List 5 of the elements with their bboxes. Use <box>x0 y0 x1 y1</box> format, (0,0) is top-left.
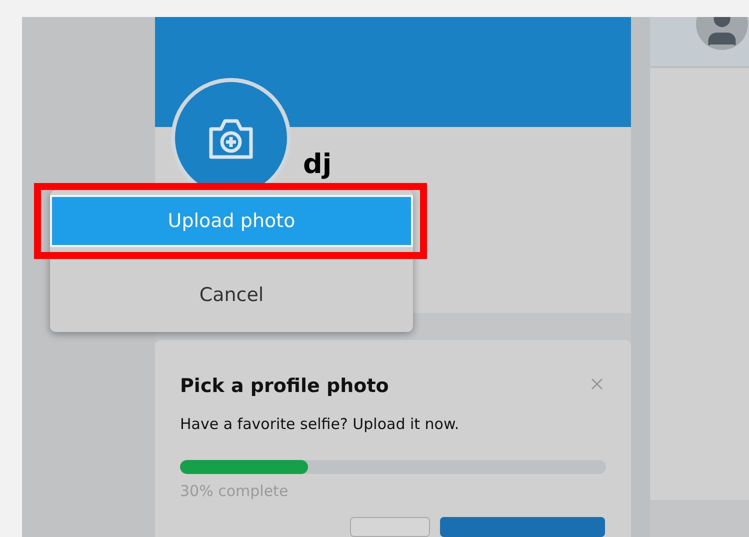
profile-name: dj <box>303 149 332 180</box>
primary-button[interactable] <box>440 516 605 537</box>
card-title: Pick a profile photo <box>180 374 389 400</box>
menu-item[interactable]: Cancel <box>50 269 413 321</box>
card-description: Have a favorite selfie? Upload it now. <box>180 414 460 435</box>
